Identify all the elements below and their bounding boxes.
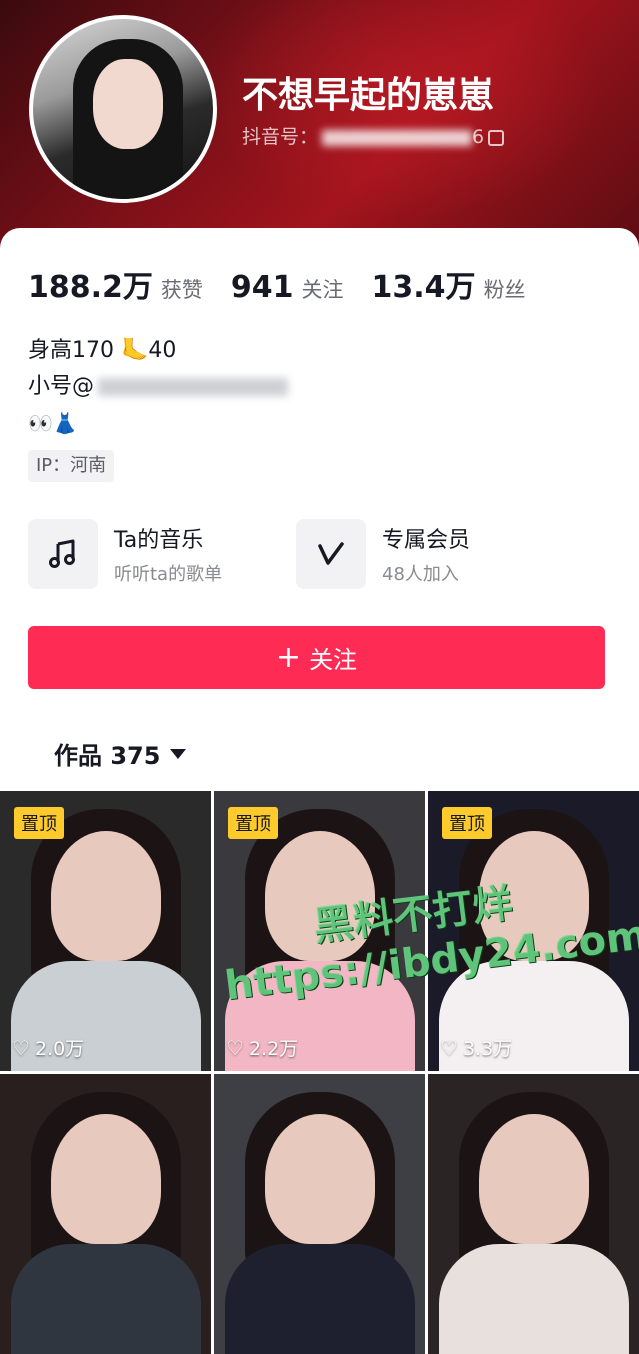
pinned-badge: 置顶 (228, 807, 278, 839)
music-note-icon (28, 519, 98, 589)
heart-icon: ♡ (226, 1035, 244, 1060)
stat-likes-label: 获赞 (160, 278, 203, 302)
pinned-badge: 置顶 (442, 807, 492, 839)
nickname: 不想早起的崽崽 (242, 75, 495, 116)
stat-followers-label: 粉丝 (483, 278, 526, 302)
bio-line-1: 身高170 🦶40 (28, 338, 177, 363)
thumbnail-figure-face (50, 831, 161, 961)
music-entry[interactable]: Ta的音乐 听听ta的歌单 (28, 519, 222, 589)
thumbnail-figure-body (224, 1244, 415, 1354)
bio-alt-account-redacted[interactable] (98, 378, 289, 396)
stat-followers[interactable]: 13.4万 粉丝 (372, 262, 526, 306)
avatar-face (93, 59, 163, 149)
video-thumbnail[interactable] (0, 1074, 211, 1354)
douyin-id[interactable]: 抖音号： 6 (242, 122, 505, 149)
copy-icon[interactable] (488, 129, 505, 146)
like-count-value: 3.3万 (462, 1038, 513, 1060)
like-count: ♡ 3.3万 (440, 1034, 512, 1061)
membership-title: 专属会员 (382, 528, 471, 553)
v-badge-icon (296, 519, 366, 589)
thumbnail-figure-face (50, 1114, 161, 1244)
heart-icon: ♡ (12, 1035, 30, 1060)
douyin-id-label: 抖音号： (242, 126, 319, 148)
stat-followers-value: 13.4万 (371, 270, 476, 305)
ip-location-tag: IP：河南 (28, 450, 115, 482)
bio-line-2: 小号@ (28, 369, 289, 405)
bio-alt-account-prefix: 小号@ (28, 374, 95, 399)
douyin-id-suffix: 6 (472, 126, 485, 148)
follow-button[interactable]: + 关注 (28, 626, 605, 689)
like-count: ♡ 2.2万 (226, 1034, 298, 1061)
thumbnail-figure-face (478, 1114, 589, 1244)
stat-likes[interactable]: 188.2万 获赞 (28, 262, 203, 306)
douyin-id-redacted (322, 129, 473, 146)
membership-entry[interactable]: 专属会员 48人加入 (296, 519, 470, 589)
caret-down-icon (170, 748, 187, 759)
bio: 身高170 🦶40 小号@ 👀👗 (28, 333, 289, 441)
music-title: Ta的音乐 (114, 528, 204, 553)
tab-works[interactable]: 作品 375 (54, 736, 187, 771)
stat-likes-value: 188.2万 (28, 270, 153, 305)
follow-button-label: 关注 (309, 646, 358, 674)
thumbnail-figure-face (264, 1114, 375, 1244)
stat-following[interactable]: 941 关注 (231, 270, 344, 305)
pinned-badge: 置顶 (14, 807, 64, 839)
stat-following-value: 941 (230, 270, 294, 305)
plus-icon: + (275, 639, 302, 675)
like-count-value: 2.2万 (248, 1038, 299, 1060)
like-count-value: 2.0万 (34, 1038, 85, 1060)
thumbnail-figure-body (438, 1244, 629, 1354)
stats-bar: 188.2万 获赞 941 关注 13.4万 粉丝 (28, 262, 554, 306)
video-thumbnail[interactable] (214, 1074, 425, 1354)
music-subtitle: 听听ta的歌单 (114, 564, 223, 585)
video-thumbnail[interactable]: 置顶 ♡ 2.0万 (0, 791, 211, 1071)
like-count: ♡ 2.0万 (12, 1034, 84, 1061)
video-thumbnail[interactable] (428, 1074, 639, 1354)
thumbnail-figure-body (10, 1244, 201, 1354)
heart-icon: ♡ (440, 1035, 458, 1060)
tab-works-label: 作品 375 (54, 742, 161, 770)
membership-subtitle: 48人加入 (382, 564, 459, 585)
bio-line-3: 👀👗 (28, 411, 78, 435)
stat-following-label: 关注 (301, 278, 344, 302)
avatar[interactable] (29, 15, 217, 203)
